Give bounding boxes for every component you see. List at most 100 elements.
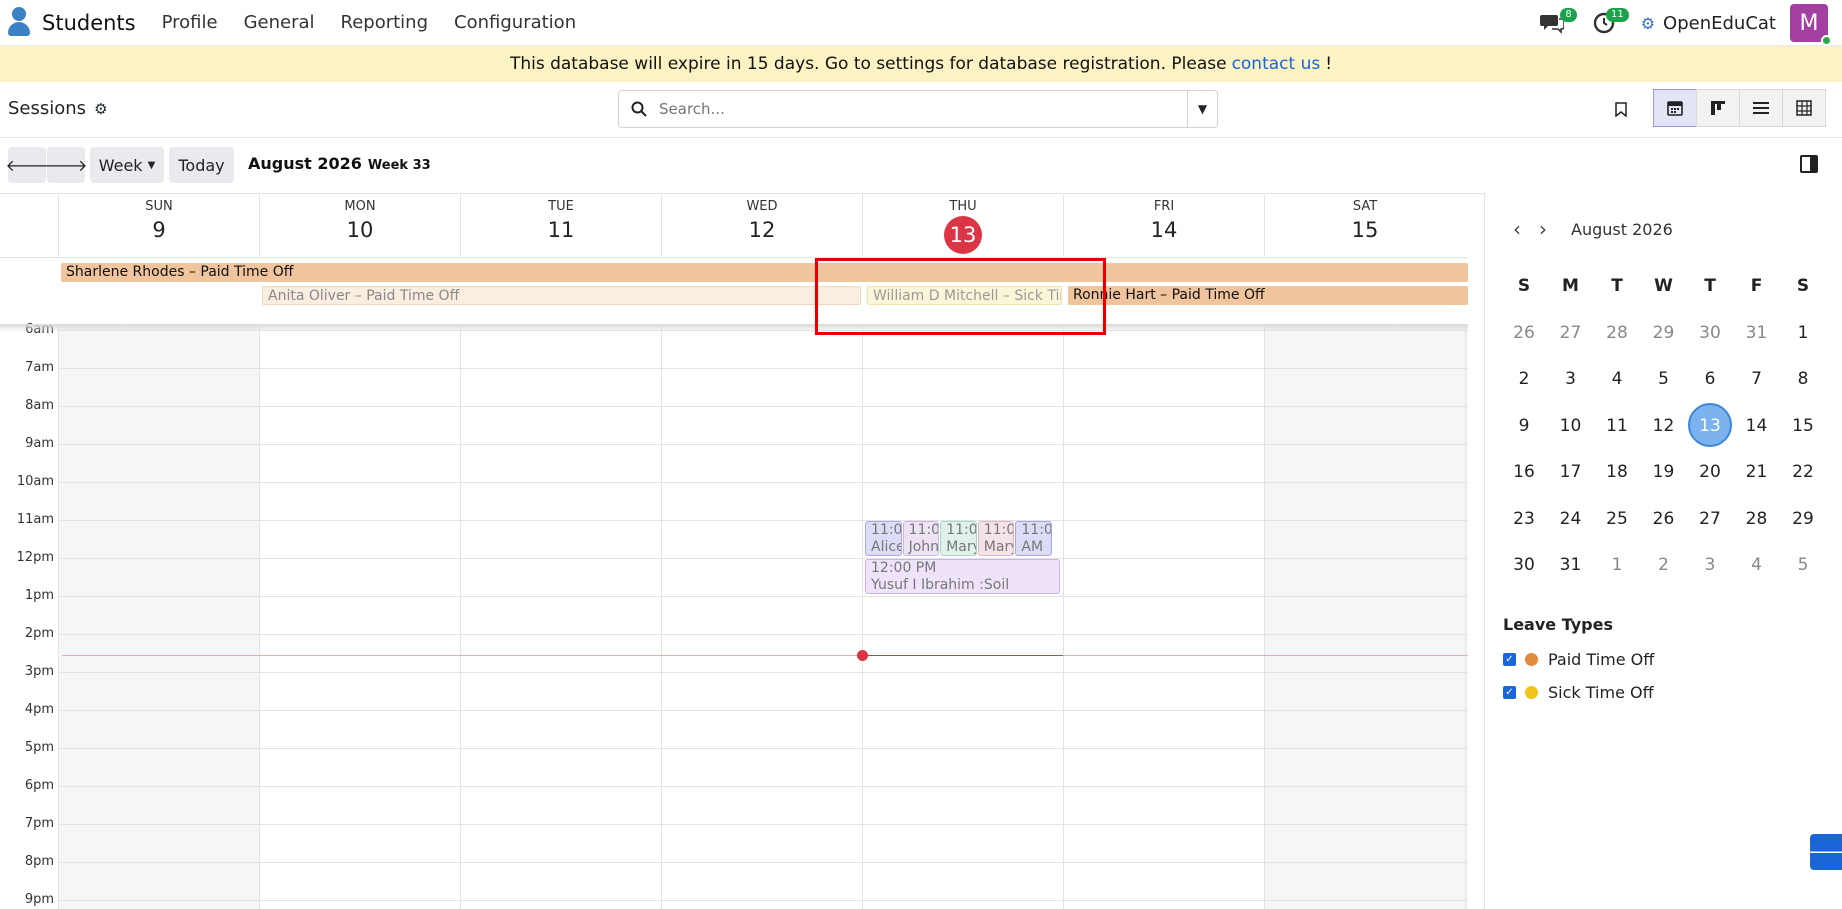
calendar-event[interactable]: 11:00Mary bbox=[977, 521, 1015, 556]
mini-day[interactable]: 8 bbox=[1780, 356, 1826, 402]
menu-general[interactable]: General bbox=[244, 12, 315, 33]
mini-day[interactable]: 30 bbox=[1501, 542, 1547, 588]
mini-day[interactable]: 21 bbox=[1734, 449, 1780, 495]
pivot-view-button[interactable] bbox=[1782, 89, 1826, 127]
menu-reporting[interactable]: Reporting bbox=[341, 12, 429, 33]
day-header[interactable]: MON 10 bbox=[259, 194, 460, 256]
menu-profile[interactable]: Profile bbox=[162, 12, 218, 33]
mini-day[interactable]: 4 bbox=[1594, 356, 1640, 402]
mini-day[interactable]: 4 bbox=[1734, 542, 1780, 588]
students-app-icon[interactable] bbox=[4, 5, 36, 41]
day-header[interactable]: TUE 11 bbox=[460, 194, 661, 256]
calendar-event[interactable]: 11:00John bbox=[902, 521, 940, 556]
mini-day[interactable]: 1 bbox=[1594, 542, 1640, 588]
kanban-view-button[interactable] bbox=[1696, 89, 1740, 127]
mini-day[interactable]: 27 bbox=[1687, 496, 1733, 542]
time-grid[interactable]: 6am7am8am9am10am11am12pm1pm2pm3pm4pm5pm6… bbox=[0, 322, 1468, 909]
mini-day[interactable]: 5 bbox=[1641, 356, 1687, 402]
mini-day[interactable]: 31 bbox=[1734, 310, 1780, 356]
all-day-event[interactable]: Ronnie Hart – Paid Time Off bbox=[1068, 286, 1468, 305]
mini-day[interactable]: 15 bbox=[1780, 403, 1826, 449]
mini-day[interactable]: 31 bbox=[1548, 542, 1594, 588]
search-options-caret-icon[interactable]: ▼ bbox=[1187, 91, 1217, 127]
day-name: WED bbox=[746, 199, 778, 214]
mini-day[interactable]: 3 bbox=[1548, 356, 1594, 402]
mini-day[interactable]: 17 bbox=[1548, 449, 1594, 495]
mini-day[interactable]: 18 bbox=[1594, 449, 1640, 495]
mini-day[interactable]: 7 bbox=[1734, 356, 1780, 402]
scale-dropdown[interactable]: Week ▼ bbox=[90, 147, 164, 183]
day-header[interactable]: SAT 15 bbox=[1264, 194, 1465, 256]
menu-configuration[interactable]: Configuration bbox=[454, 12, 576, 33]
checkbox-checked-icon[interactable]: ✓ bbox=[1503, 653, 1516, 666]
user-avatar[interactable]: M bbox=[1790, 4, 1832, 46]
next-button[interactable]: 🡒 bbox=[45, 147, 87, 183]
company-switch-icon[interactable]: ⚙ bbox=[1641, 14, 1655, 33]
mini-day-number: 1 bbox=[1611, 555, 1623, 575]
filter-paid-time-off[interactable]: ✓ Paid Time Off bbox=[1503, 650, 1654, 669]
calendar-event[interactable]: 11:00Mary bbox=[940, 521, 977, 556]
gear-icon[interactable]: ⚙ bbox=[94, 100, 107, 118]
mini-day[interactable]: 29 bbox=[1641, 310, 1687, 356]
mini-day-number: 9 bbox=[1518, 415, 1530, 436]
messages-icon[interactable]: 8 bbox=[1537, 8, 1577, 38]
mini-next-chevron-icon[interactable]: › bbox=[1539, 217, 1547, 241]
calendar-event[interactable]: 12:00 PM Yusuf I Ibrahim :Soil bbox=[865, 559, 1060, 594]
calendar-event[interactable]: 11:00Alice bbox=[865, 521, 902, 556]
mini-day[interactable]: 14 bbox=[1734, 403, 1780, 449]
day-header[interactable]: WED 12 bbox=[661, 194, 862, 256]
mini-day[interactable]: 20 bbox=[1687, 449, 1733, 495]
mini-day[interactable]: 26 bbox=[1641, 496, 1687, 542]
mini-day[interactable]: 28 bbox=[1594, 310, 1640, 356]
all-day-event[interactable]: Sharlene Rhodes – Paid Time Off bbox=[61, 263, 1468, 282]
mini-day-number: 10 bbox=[1559, 415, 1582, 436]
list-view-button[interactable] bbox=[1739, 89, 1783, 127]
mini-day[interactable]: 27 bbox=[1548, 310, 1594, 356]
bookmark-icon[interactable] bbox=[1610, 96, 1632, 122]
hour-label: 9pm bbox=[24, 892, 54, 907]
mini-day[interactable]: 30 bbox=[1687, 310, 1733, 356]
mini-day[interactable]: 1 bbox=[1780, 310, 1826, 356]
contact-us-link[interactable]: contact us bbox=[1232, 54, 1321, 74]
mini-prev-chevron-icon[interactable]: ‹ bbox=[1513, 217, 1521, 241]
activities-clock-icon[interactable]: 11 bbox=[1589, 8, 1629, 38]
calendar-event[interactable]: 11:00AM bbox=[1015, 521, 1052, 556]
day-header[interactable]: FRI 14 bbox=[1063, 194, 1264, 256]
previous-button[interactable]: 🡐 bbox=[6, 147, 48, 183]
side-panel-toggle-icon[interactable] bbox=[1800, 155, 1818, 173]
day-header[interactable]: SUN 9 bbox=[58, 194, 259, 256]
mini-day[interactable]: 2 bbox=[1501, 356, 1547, 402]
calendar-view-button[interactable] bbox=[1653, 89, 1697, 127]
mini-day[interactable]: 22 bbox=[1780, 449, 1826, 495]
day-column-line bbox=[460, 326, 461, 909]
mini-day[interactable]: 23 bbox=[1501, 496, 1547, 542]
day-name: FRI bbox=[1153, 199, 1175, 214]
mini-day[interactable]: 5 bbox=[1780, 542, 1826, 588]
mini-day[interactable]: 12 bbox=[1641, 403, 1687, 449]
mini-day[interactable]: 29 bbox=[1780, 496, 1826, 542]
all-day-event[interactable]: Anita Oliver – Paid Time Off bbox=[262, 286, 861, 305]
mini-day[interactable]: 2 bbox=[1641, 542, 1687, 588]
mini-day[interactable]: 10 bbox=[1548, 403, 1594, 449]
mini-day[interactable]: 19 bbox=[1641, 449, 1687, 495]
mini-day[interactable]: 11 bbox=[1594, 403, 1640, 449]
mini-day[interactable]: 9 bbox=[1501, 403, 1547, 449]
day-header[interactable]: THU 13 bbox=[862, 194, 1063, 256]
mini-day[interactable]: 24 bbox=[1548, 496, 1594, 542]
checkbox-checked-icon[interactable]: ✓ bbox=[1503, 686, 1516, 699]
company-name[interactable]: OpenEduCat bbox=[1663, 13, 1776, 34]
mini-day[interactable]: 16 bbox=[1501, 449, 1547, 495]
app-name[interactable]: Students bbox=[42, 11, 136, 35]
all-day-event[interactable]: William D Mitchell – Sick Time bbox=[867, 286, 1062, 305]
mini-day[interactable]: 26 bbox=[1501, 310, 1547, 356]
mini-day[interactable]: 6 bbox=[1687, 356, 1733, 402]
collapse-arrow-left-icon[interactable]: 🡐 bbox=[1802, 834, 1842, 870]
mini-day[interactable]: 3 bbox=[1687, 542, 1733, 588]
mini-day[interactable]: 28 bbox=[1734, 496, 1780, 542]
search-input[interactable] bbox=[659, 92, 1187, 126]
today-button[interactable]: Today bbox=[169, 147, 234, 183]
filter-sick-time-off[interactable]: ✓ Sick Time Off bbox=[1503, 683, 1654, 702]
mini-day-selected[interactable]: 13 bbox=[1687, 402, 1733, 449]
event-title: Mary bbox=[946, 539, 976, 555]
mini-day[interactable]: 25 bbox=[1594, 496, 1640, 542]
